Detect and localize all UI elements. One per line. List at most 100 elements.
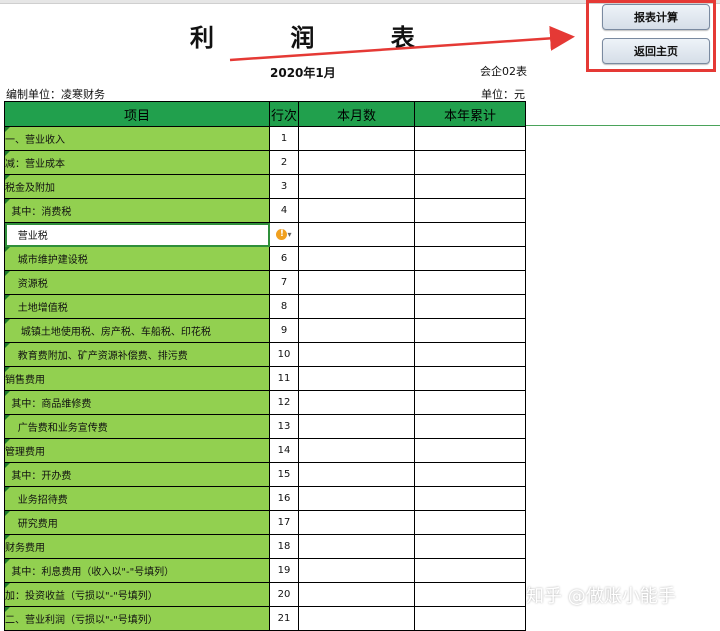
month-cell[interactable]: [298, 126, 415, 151]
table-row: 营业税! ▾: [4, 222, 526, 247]
month-cell[interactable]: [298, 222, 415, 247]
item-cell[interactable]: 减：营业成本: [4, 150, 270, 175]
return-home-button[interactable]: 返回主页: [602, 38, 710, 64]
line-cell[interactable]: 13: [269, 414, 299, 439]
ytd-cell[interactable]: [414, 414, 526, 439]
month-cell[interactable]: [298, 534, 415, 559]
ytd-cell[interactable]: [414, 222, 526, 247]
month-cell[interactable]: [298, 438, 415, 463]
line-cell[interactable]: 8: [269, 294, 299, 319]
item-cell[interactable]: 研究费用: [4, 510, 270, 535]
ytd-cell[interactable]: [414, 534, 526, 559]
month-cell[interactable]: [298, 510, 415, 535]
month-cell[interactable]: [298, 606, 415, 631]
line-cell[interactable]: 10: [269, 342, 299, 367]
ytd-cell[interactable]: [414, 342, 526, 367]
month-cell[interactable]: [298, 270, 415, 295]
table-row: 其中：消费税 4: [4, 198, 526, 223]
line-cell[interactable]: 19: [269, 558, 299, 583]
item-cell[interactable]: 其中：开办费: [4, 462, 270, 487]
line-cell[interactable]: 16: [269, 486, 299, 511]
table-row: 教育费附加、矿产资源补偿费、排污费 10: [4, 342, 526, 367]
ytd-cell[interactable]: [414, 390, 526, 415]
item-cell[interactable]: 二、营业利润（亏损以"-"号填列）: [4, 606, 270, 631]
ytd-cell[interactable]: [414, 318, 526, 343]
month-cell[interactable]: [298, 318, 415, 343]
month-cell[interactable]: [298, 414, 415, 439]
item-cell[interactable]: 销售费用: [4, 366, 270, 391]
table-row: 其中：利息费用（收入以"-"号填列） 19: [4, 558, 526, 583]
month-cell[interactable]: [298, 294, 415, 319]
ytd-cell[interactable]: [414, 606, 526, 631]
ytd-cell[interactable]: [414, 462, 526, 487]
month-cell[interactable]: [298, 198, 415, 223]
ytd-cell[interactable]: [414, 366, 526, 391]
table-row: 其中：开办费 15: [4, 462, 526, 487]
line-cell[interactable]: 15: [269, 462, 299, 487]
line-cell[interactable]: 9: [269, 318, 299, 343]
item-cell[interactable]: 其中：消费税: [4, 198, 270, 223]
ytd-cell[interactable]: [414, 198, 526, 223]
ytd-cell[interactable]: [414, 486, 526, 511]
ytd-cell[interactable]: [414, 246, 526, 271]
col-header-month[interactable]: 本月数: [298, 101, 415, 127]
item-cell[interactable]: 加：投资收益（亏损以"-"号填列）: [4, 582, 270, 607]
item-cell[interactable]: 教育费附加、矿产资源补偿费、排污费: [4, 342, 270, 367]
line-cell[interactable]: 3: [269, 174, 299, 199]
month-cell[interactable]: [298, 366, 415, 391]
ytd-cell[interactable]: [414, 510, 526, 535]
item-cell[interactable]: 土地增值税: [4, 294, 270, 319]
item-cell-selected[interactable]: 营业税: [4, 222, 270, 247]
ytd-cell[interactable]: [414, 558, 526, 583]
month-cell[interactable]: [298, 174, 415, 199]
col-header-line[interactable]: 行次: [269, 101, 299, 127]
table-row: 销售费用 11: [4, 366, 526, 391]
item-cell[interactable]: 城市维护建设税: [4, 246, 270, 271]
line-cell[interactable]: 20: [269, 582, 299, 607]
ytd-cell[interactable]: [414, 270, 526, 295]
line-cell[interactable]: 2: [269, 150, 299, 175]
ytd-cell[interactable]: [414, 294, 526, 319]
item-cell[interactable]: 广告费和业务宣传费: [4, 414, 270, 439]
month-cell[interactable]: [298, 462, 415, 487]
ytd-cell[interactable]: [414, 582, 526, 607]
ytd-cell[interactable]: [414, 126, 526, 151]
item-cell[interactable]: 资源税: [4, 270, 270, 295]
calculate-report-button[interactable]: 报表计算: [602, 4, 710, 30]
ytd-cell[interactable]: [414, 150, 526, 175]
line-cell[interactable]: 6: [269, 246, 299, 271]
line-cell[interactable]: ! ▾: [269, 222, 299, 247]
col-header-ytd[interactable]: 本年累计: [414, 101, 526, 127]
month-cell[interactable]: [298, 558, 415, 583]
month-cell[interactable]: [298, 390, 415, 415]
line-cell[interactable]: 4: [269, 198, 299, 223]
ytd-cell[interactable]: [414, 174, 526, 199]
item-cell[interactable]: 财务费用: [4, 534, 270, 559]
chevron-down-icon[interactable]: ▾: [287, 230, 291, 239]
ytd-cell[interactable]: [414, 438, 526, 463]
item-cell[interactable]: 业务招待费: [4, 486, 270, 511]
month-cell[interactable]: [298, 246, 415, 271]
line-cell[interactable]: 21: [269, 606, 299, 631]
item-cell[interactable]: 其中：商品维修费: [4, 390, 270, 415]
warning-icon[interactable]: !: [276, 228, 288, 240]
line-cell[interactable]: 14: [269, 438, 299, 463]
item-cell[interactable]: 城镇土地使用税、房产税、车船税、印花税: [4, 318, 270, 343]
month-cell[interactable]: [298, 342, 415, 367]
col-header-item[interactable]: 项目: [4, 101, 270, 127]
item-cell[interactable]: 税金及附加: [4, 174, 270, 199]
watermark-text: 知乎 @做账小能手: [526, 586, 676, 607]
line-cell[interactable]: 18: [269, 534, 299, 559]
month-cell[interactable]: [298, 582, 415, 607]
table-row: 税金及附加 3: [4, 174, 526, 199]
line-cell[interactable]: 17: [269, 510, 299, 535]
item-cell[interactable]: 管理费用: [4, 438, 270, 463]
item-cell[interactable]: 一、营业收入: [4, 126, 270, 151]
month-cell[interactable]: [298, 486, 415, 511]
line-cell[interactable]: 1: [269, 126, 299, 151]
item-cell[interactable]: 其中：利息费用（收入以"-"号填列）: [4, 558, 270, 583]
line-cell[interactable]: 12: [269, 390, 299, 415]
month-cell[interactable]: [298, 150, 415, 175]
line-cell[interactable]: 7: [269, 270, 299, 295]
line-cell[interactable]: 11: [269, 366, 299, 391]
